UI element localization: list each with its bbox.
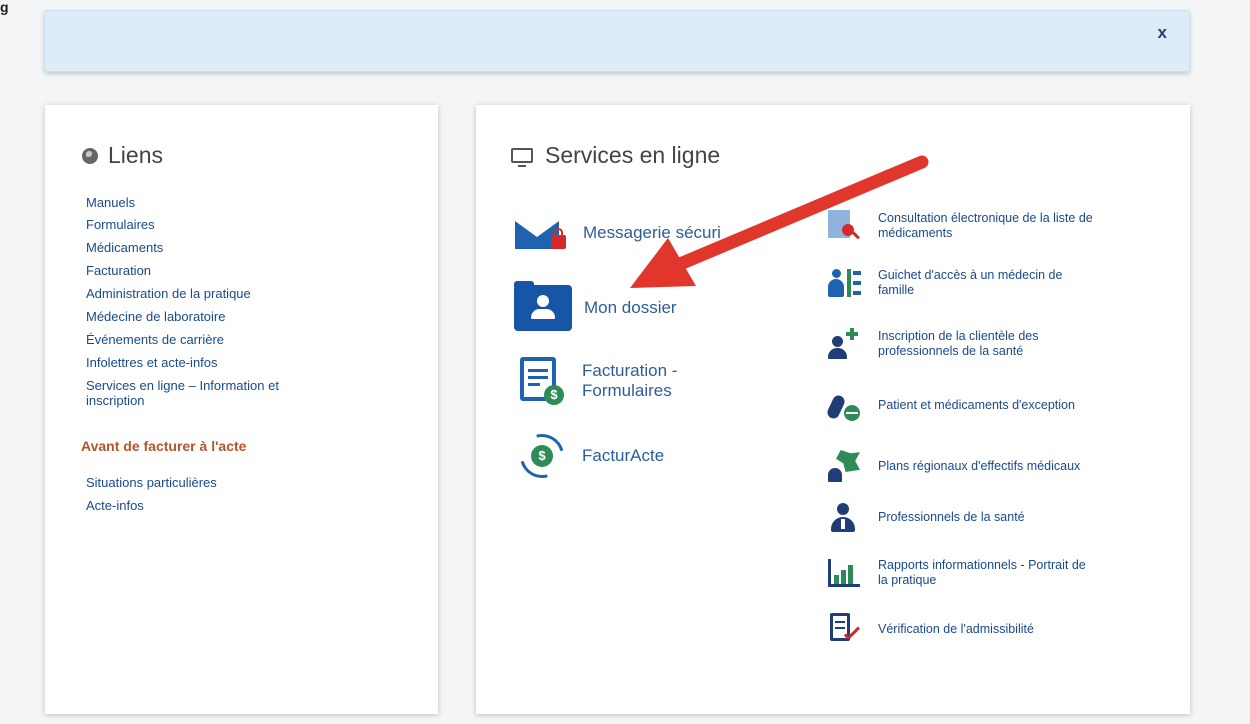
cycle-dollar-icon: $	[511, 425, 573, 487]
monitor-icon	[511, 148, 533, 167]
link-infolettres[interactable]: Infolettres et acte-infos	[86, 355, 356, 370]
link-services-en-ligne-info[interactable]: Services en ligne – Information et inscr…	[86, 378, 336, 408]
globe-icon	[82, 147, 98, 164]
service-consultation-label: Consultation électronique de la liste de…	[878, 211, 1093, 240]
service-guichet-acces[interactable]: Guichet d'accès à un médecin de famille	[826, 267, 1098, 299]
service-mon-dossier-label: Mon dossier	[584, 298, 677, 317]
service-rapports-informationnels[interactable]: Rapports informationnels - Portrait de l…	[826, 557, 1098, 589]
link-medicaments[interactable]: Médicaments	[86, 240, 356, 255]
link-situations-particulieres[interactable]: Situations particulières	[86, 475, 217, 490]
envelope-lock-icon	[513, 209, 571, 257]
doctor-icon	[826, 501, 862, 533]
service-mon-dossier[interactable]: Mon dossier	[514, 281, 677, 331]
close-button[interactable]: x	[1158, 23, 1167, 43]
document-search-icon	[826, 210, 862, 242]
link-medecine-laboratoire[interactable]: Médecine de laboratoire	[86, 309, 356, 324]
service-consultation-medicaments[interactable]: Consultation électronique de la liste de…	[826, 210, 1098, 242]
capsule-icon	[825, 389, 862, 421]
link-acte-infos[interactable]: Acte-infos	[86, 498, 217, 513]
service-patient-medicaments[interactable]: Patient et médicaments d'exception	[825, 389, 1098, 421]
service-rapports-label: Rapports informationnels - Portrait de l…	[878, 558, 1086, 587]
document-dollar-icon: $	[516, 355, 568, 407]
service-verification-admissibilite[interactable]: Vérification de l'admissibilité	[826, 613, 1098, 645]
services-panel-title: Services en ligne	[511, 142, 720, 169]
report-chart-icon	[826, 557, 862, 589]
links-list: Manuels Formulaires Médicaments Facturat…	[86, 195, 356, 416]
service-inscription-label: Inscription de la clientèle des professi…	[878, 329, 1039, 358]
service-guichet-label: Guichet d'accès à un médecin de famille	[878, 268, 1063, 297]
services-panel: Services en ligne Messagerie sécuri Mon …	[476, 105, 1190, 714]
page-fragment-text: g	[0, 0, 9, 15]
links-title-text: Liens	[108, 142, 163, 168]
link-formulaires[interactable]: Formulaires	[86, 217, 356, 232]
service-professionnels-label: Professionnels de la santé	[878, 509, 1025, 524]
service-facturacte[interactable]: $ FacturActe	[511, 425, 665, 487]
checklist-icon	[826, 613, 862, 645]
link-administration[interactable]: Administration de la pratique	[86, 286, 356, 301]
service-messagerie-label: Messagerie sécuri	[583, 223, 721, 242]
service-facturation-formulaires[interactable]: $ Facturation - Formulaires	[516, 355, 712, 407]
links-panel-title: Liens	[82, 142, 163, 169]
user-add-icon	[826, 328, 862, 360]
region-map-icon	[826, 450, 862, 482]
service-professionnels-sante[interactable]: Professionnels de la santé	[826, 501, 1098, 533]
notification-banner: x	[44, 10, 1190, 72]
service-patient-label: Patient et médicaments d'exception	[878, 397, 1075, 412]
link-evenements-carriere[interactable]: Événements de carrière	[86, 332, 356, 347]
sub-links-list: Situations particulières Acte-infos	[86, 475, 217, 521]
family-doctor-icon	[826, 267, 862, 299]
link-manuels[interactable]: Manuels	[86, 195, 356, 210]
service-messagerie[interactable]: Messagerie sécuri	[513, 209, 721, 257]
service-verification-label: Vérification de l'admissibilité	[878, 621, 1034, 636]
links-panel: Liens Manuels Formulaires Médicaments Fa…	[45, 105, 438, 714]
service-plans-label: Plans régionaux d'effectifs médicaux	[878, 458, 1081, 473]
subheading-avant-facturer: Avant de facturer à l'acte	[81, 438, 247, 454]
services-title-text: Services en ligne	[545, 142, 721, 168]
folder-user-icon	[514, 281, 572, 331]
link-facturation[interactable]: Facturation	[86, 263, 356, 278]
service-inscription-clientele[interactable]: Inscription de la clientèle des professi…	[826, 328, 1098, 360]
service-facturation-formulaires-label: Facturation - Formulaires	[582, 361, 678, 400]
service-facturacte-label: FacturActe	[582, 446, 665, 465]
service-plans-regionaux[interactable]: Plans régionaux d'effectifs médicaux	[826, 450, 1098, 482]
